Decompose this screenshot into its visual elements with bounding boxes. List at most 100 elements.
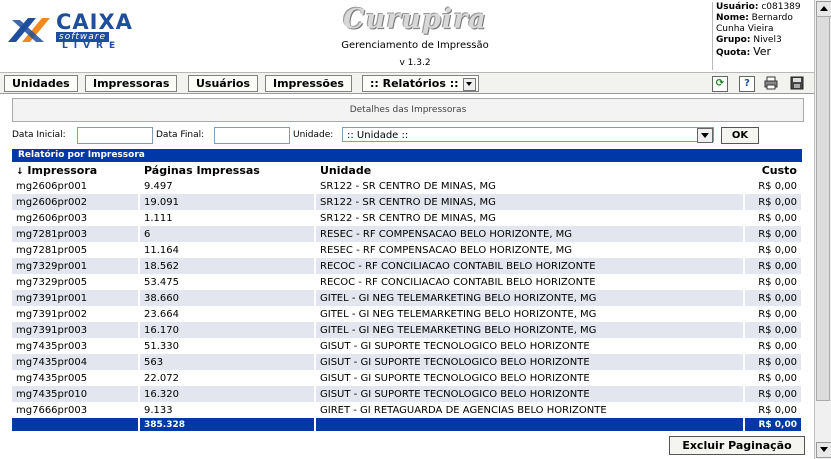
total-empty-cell xyxy=(12,418,140,431)
cell-unidade: GITEL - GI NEG TELEMARKETING BELO HORIZO… xyxy=(315,290,745,306)
cell-impressora: mg7435pr005 xyxy=(12,370,140,386)
cell-paginas: 1.111 xyxy=(139,210,316,226)
sort-arrow-icon: ↓ xyxy=(16,167,24,177)
table-row[interactable]: mg2606pr001 9.497 SR122 - SR CENTRO DE MIN… xyxy=(12,178,803,194)
total-empty-cell xyxy=(315,418,745,431)
table-row[interactable]: mg7391pr001 38.660 GITEL - GI NEG TELEMARK… xyxy=(12,290,803,306)
print-icon[interactable] xyxy=(764,76,778,90)
table-row[interactable]: mg7435pr010 16.320 GISUT - GI SUPORTE TECN… xyxy=(12,386,803,402)
grupo-value: Nivel3 xyxy=(753,35,782,45)
cell-unidade: GISUT - GI SUPORTE TECNOLOGICO BELO HORI… xyxy=(315,370,745,386)
cell-impressora: mg2606pr003 xyxy=(12,210,140,226)
filter-row: Data Inicial: Data Final: Unidade: :: Un… xyxy=(0,127,814,145)
col-custo[interactable]: Custo xyxy=(744,163,803,178)
save-icon[interactable] xyxy=(790,76,804,90)
data-inicial-label: Data Inicial: xyxy=(12,130,66,140)
cell-custo: R$ 0,00 xyxy=(744,258,803,274)
table-row[interactable]: mg7329pr005 53.475 RECOC - RF CONCILIACAO … xyxy=(12,274,803,290)
data-final-input[interactable] xyxy=(214,127,290,144)
col-paginas[interactable]: Páginas Impressas xyxy=(139,163,316,178)
table-row[interactable]: mg7666pr003 9.133 GIRET - GI RETAGUARDA DE… xyxy=(12,402,803,418)
cell-unidade: GITEL - GI NEG TELEMARKETING BELO HORIZO… xyxy=(315,322,745,338)
table-row[interactable]: mg7329pr001 18.562 RECOC - RF CONCILIACAO … xyxy=(12,258,803,274)
cell-impressora: mg7329pr001 xyxy=(12,258,140,274)
cell-custo: R$ 0,00 xyxy=(744,290,803,306)
menu-impressoras[interactable]: Impressoras xyxy=(85,75,178,92)
report-table: ↓ Impressora Páginas Impressas Unidade C… xyxy=(12,163,803,431)
excluir-paginacao-button[interactable]: Excluir Paginação xyxy=(669,436,805,455)
table-total-row: 385.328 R$ 0,00 xyxy=(12,418,803,431)
table-row[interactable]: mg7391pr002 23.664 GITEL - GI NEG TELEMARK… xyxy=(12,306,803,322)
table-row[interactable]: mg7435pr005 22.072 GISUT - GI SUPORTE TECN… xyxy=(12,370,803,386)
cell-paginas: 18.562 xyxy=(139,258,316,274)
cell-custo: R$ 0,00 xyxy=(744,194,803,210)
table-header-row: ↓ Impressora Páginas Impressas Unidade C… xyxy=(12,163,803,178)
table-row[interactable]: mg7281pr003 6 RESEC - RF COMPENSACAO BELO … xyxy=(12,226,803,242)
cell-custo: R$ 0,00 xyxy=(744,210,803,226)
logo-livre: LIVRE xyxy=(62,41,122,51)
menu-usuarios[interactable]: Usuários xyxy=(188,75,259,92)
menu-bar: Unidades Impressoras Usuários Impressões… xyxy=(0,73,814,94)
cell-custo: R$ 0,00 xyxy=(744,402,803,418)
cell-unidade: SR122 - SR CENTRO DE MINAS, MG xyxy=(315,178,745,194)
col-impressora[interactable]: ↓ Impressora xyxy=(12,163,140,178)
cell-custo: R$ 0,00 xyxy=(744,338,803,354)
app-subtitle: Gerenciamento de Impressão xyxy=(341,40,489,51)
table-row[interactable]: mg7281pr005 11.164 RESEC - RF COMPENSACAO … xyxy=(12,242,803,258)
cell-custo: R$ 0,00 xyxy=(744,274,803,290)
grupo-label: Grupo: xyxy=(716,35,751,45)
menu-relatorios[interactable]: :: Relatórios :: xyxy=(362,75,479,92)
table-row[interactable]: mg7435pr004 563 GISUT - GI SUPORTE TECNOLO… xyxy=(12,354,803,370)
cell-unidade: GISUT - GI SUPORTE TECNOLOGICO BELO HORI… xyxy=(315,338,745,354)
cell-paginas: 53.475 xyxy=(139,274,316,290)
caixa-logo: CAIXA software LIVRE xyxy=(6,10,132,51)
cell-custo: R$ 0,00 xyxy=(744,322,803,338)
cell-custo: R$ 0,00 xyxy=(744,306,803,322)
app-title: Curupira xyxy=(343,4,487,35)
cell-unidade: RESEC - RF COMPENSACAO BELO HORIZONTE, M… xyxy=(315,226,745,242)
help-icon[interactable]: ? xyxy=(739,76,755,92)
page: CAIXA software LIVRE Curupira Gerenciame… xyxy=(0,0,815,459)
cell-impressora: mg7391pr002 xyxy=(12,306,140,322)
cell-custo: R$ 0,00 xyxy=(744,370,803,386)
cell-custo: R$ 0,00 xyxy=(744,354,803,370)
cell-paginas: 16.320 xyxy=(139,386,316,402)
cell-unidade: SR122 - SR CENTRO DE MINAS, MG xyxy=(315,210,745,226)
table-row[interactable]: mg2606pr003 1.111 SR122 - SR CENTRO DE MIN… xyxy=(12,210,803,226)
col-unidade[interactable]: Unidade xyxy=(315,163,745,178)
header: CAIXA software LIVRE Curupira Gerenciame… xyxy=(0,0,814,73)
unidade-selected-value: :: Unidade :: xyxy=(347,130,409,141)
cell-paginas: 563 xyxy=(139,354,316,370)
total-custo: R$ 0,00 xyxy=(744,418,803,431)
cell-unidade: GIRET - GI RETAGUARDA DE AGENCIAS BELO H… xyxy=(315,402,745,418)
table-row[interactable]: mg7391pr003 16.170 GITEL - GI NEG TELEMARK… xyxy=(12,322,803,338)
app-version: v 1.3.2 xyxy=(399,58,431,68)
cell-unidade: GISUT - GI SUPORTE TECNOLOGICO BELO HORI… xyxy=(315,354,745,370)
cell-custo: R$ 0,00 xyxy=(744,242,803,258)
chevron-down-icon xyxy=(462,77,476,91)
refresh-icon[interactable]: ⟳ xyxy=(712,76,728,92)
col-impressora-label: Impressora xyxy=(27,164,98,177)
scroll-up-icon[interactable] xyxy=(816,1,831,17)
table-row[interactable]: mg2606pr002 19.091 SR122 - SR CENTRO DE MI… xyxy=(12,194,803,210)
scroll-down-icon[interactable] xyxy=(816,442,831,458)
cell-paginas: 51.330 xyxy=(139,338,316,354)
cell-paginas: 9.497 xyxy=(139,178,316,194)
menu-unidades[interactable]: Unidades xyxy=(4,75,78,92)
menu-relatorios-label: :: Relatórios :: xyxy=(370,77,459,90)
cell-impressora: mg7281pr003 xyxy=(12,226,140,242)
cell-paginas: 23.664 xyxy=(139,306,316,322)
cell-paginas: 16.170 xyxy=(139,322,316,338)
table-row[interactable]: mg7435pr003 51.330 GISUT - GI SUPORTE TECN… xyxy=(12,338,803,354)
scroll-thumb[interactable] xyxy=(816,16,830,401)
cell-paginas: 19.091 xyxy=(139,194,316,210)
unidade-select[interactable]: :: Unidade :: xyxy=(342,127,714,143)
vertical-scrollbar[interactable] xyxy=(814,0,831,459)
data-inicial-input[interactable] xyxy=(77,127,153,144)
cell-impressora: mg7666pr003 xyxy=(12,402,140,418)
ok-button[interactable]: OK xyxy=(721,127,759,144)
cell-impressora: mg2606pr002 xyxy=(12,194,140,210)
nome-label: Nome: xyxy=(716,13,749,23)
quota-link[interactable]: Ver xyxy=(753,45,771,58)
menu-impressoes[interactable]: Impressões xyxy=(265,75,352,92)
